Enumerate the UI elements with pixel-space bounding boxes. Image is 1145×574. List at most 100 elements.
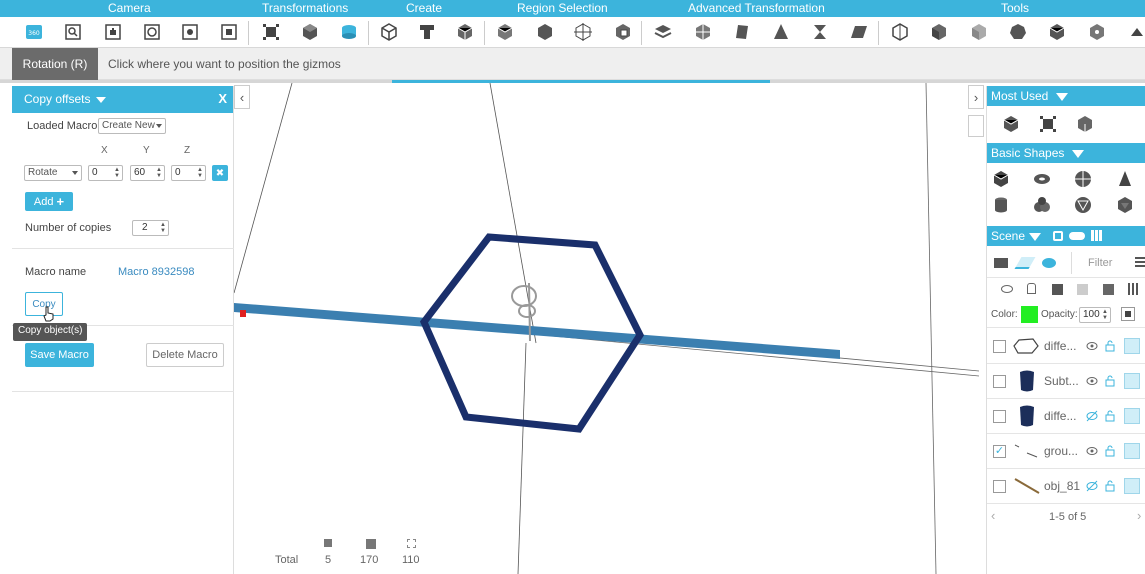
view-360-button[interactable]: 360 <box>21 20 47 44</box>
eye-icon[interactable] <box>1086 340 1098 352</box>
scene-item-3[interactable]: diffe... <box>987 399 1145 434</box>
shape-torus-icon[interactable] <box>1032 169 1052 189</box>
triangle-down-icon[interactable] <box>1072 149 1085 158</box>
scene-item-checkbox[interactable] <box>993 340 1006 353</box>
adv-taper-button[interactable] <box>768 20 794 44</box>
stepper-icon[interactable]: ▲ ▼ <box>114 167 120 179</box>
color-swatch[interactable] <box>1021 306 1038 323</box>
visibility-eye-icon[interactable] <box>1042 258 1056 268</box>
caret-down-icon[interactable] <box>96 96 107 103</box>
add-offset-button[interactable]: Add + <box>25 192 73 211</box>
select-intersect-button[interactable] <box>610 20 636 44</box>
select-solid-button[interactable] <box>532 20 558 44</box>
scene-canvas[interactable] <box>234 83 986 574</box>
tool-hollow-button[interactable] <box>966 20 992 44</box>
filter-input[interactable]: Filter <box>1071 252 1135 274</box>
tool-more-button[interactable] <box>1122 20 1145 44</box>
triangle-down-icon[interactable] <box>1029 232 1042 241</box>
macro-name-value[interactable]: Macro 8932598 <box>118 266 194 278</box>
remove-offset-button[interactable]: ✖ <box>212 165 228 181</box>
shape-polyhedron-icon[interactable] <box>1115 195 1135 215</box>
most-used-move-icon[interactable] <box>1038 114 1058 134</box>
number-of-copies-input[interactable]: 2 ▲ ▼ <box>132 220 169 236</box>
camera-settings-button[interactable] <box>177 20 203 44</box>
3d-viewport[interactable]: ‹ › Total 5 170 110 <box>234 83 986 574</box>
camera-orbit-button[interactable] <box>139 20 165 44</box>
scene-item-checkbox[interactable] <box>993 480 1006 493</box>
cube-icon[interactable] <box>1124 478 1140 494</box>
camera-zoom-button[interactable] <box>60 20 86 44</box>
slider-switch-icon[interactable] <box>1069 232 1085 240</box>
grid-view-icon[interactable] <box>1091 230 1102 241</box>
stepper-icon[interactable]: ▲ ▼ <box>156 167 162 179</box>
shape-cone-icon[interactable] <box>1115 169 1135 189</box>
scene-item-5[interactable]: obj_81 <box>987 469 1145 504</box>
create-extrude-button[interactable] <box>414 20 440 44</box>
cube-icon[interactable] <box>1124 338 1140 354</box>
shape-cylinder-icon[interactable] <box>991 195 1011 215</box>
y-offset-input[interactable]: 60 ▲ ▼ <box>130 165 165 181</box>
unlock-icon[interactable] <box>1105 480 1115 492</box>
stepper-icon[interactable]: ▲ ▼ <box>197 167 203 179</box>
unlock-icon[interactable] <box>1105 375 1115 387</box>
scene-item-checkbox[interactable] <box>993 410 1006 423</box>
adv-twist-button[interactable] <box>807 20 833 44</box>
loaded-macro-select[interactable]: Create New <box>98 118 166 134</box>
operation-select[interactable]: Rotate <box>24 165 82 181</box>
shape-cube-icon[interactable] <box>991 169 1011 189</box>
prev-page-button[interactable]: ‹ <box>991 508 995 523</box>
stepper-icon[interactable]: ▲ ▼ <box>160 222 166 234</box>
collapse-right-panel-button[interactable]: › <box>968 85 984 109</box>
adv-subdivide-button[interactable] <box>690 20 716 44</box>
select-region-button[interactable] <box>492 20 518 44</box>
eye-icon[interactable] <box>1086 445 1098 457</box>
translate-tool-button[interactable] <box>258 20 284 44</box>
scene-item-4[interactable]: ✓ grou... <box>987 434 1145 469</box>
stepper-icon[interactable]: ▲ ▼ <box>1102 309 1108 321</box>
delete-macro-button[interactable]: Delete Macro <box>146 343 224 367</box>
close-panel-button[interactable]: X <box>218 91 227 106</box>
solid-filter-icon[interactable] <box>1052 284 1063 295</box>
eye-filter-icon[interactable] <box>1001 285 1013 293</box>
triangle-down-icon[interactable] <box>1056 92 1069 101</box>
bar-object[interactable] <box>234 303 840 359</box>
toggle-icon[interactable] <box>1053 231 1063 241</box>
create-box-button[interactable] <box>376 20 402 44</box>
scale-tool-button[interactable] <box>297 20 323 44</box>
rotate-tool-button[interactable] <box>336 20 362 44</box>
box-filter-icon[interactable] <box>1103 284 1114 295</box>
most-used-cube-icon[interactable] <box>1001 114 1021 134</box>
x-offset-input[interactable]: 0 ▲ ▼ <box>88 165 123 181</box>
cube-icon[interactable] <box>1124 408 1140 424</box>
scene-header[interactable]: Scene <box>987 226 1145 246</box>
most-used-header[interactable]: Most Used <box>987 86 1145 106</box>
most-used-mesh-icon[interactable] <box>1075 114 1095 134</box>
next-page-button[interactable]: › <box>1137 508 1141 523</box>
scene-item-2[interactable]: Subt... <box>987 364 1145 399</box>
transparent-filter-icon[interactable] <box>1077 284 1088 295</box>
group-icon[interactable] <box>994 258 1008 268</box>
no-visibility-icon[interactable] <box>1014 257 1036 269</box>
collapse-left-panel-button[interactable]: ‹ <box>234 85 250 109</box>
unlock-icon[interactable] <box>1105 445 1115 457</box>
eye-icon[interactable] <box>1086 375 1098 387</box>
panel-header[interactable]: Copy offsets X <box>12 86 233 113</box>
panel-toggle-button[interactable] <box>968 115 984 137</box>
eye-active-icon[interactable] <box>1086 410 1098 422</box>
cube-icon[interactable] <box>1124 443 1140 459</box>
scene-item-1[interactable]: diffe... <box>987 329 1145 364</box>
basic-shapes-header[interactable]: Basic Shapes <box>987 143 1145 163</box>
unlock-icon[interactable] <box>1105 340 1115 352</box>
sort-icon[interactable] <box>1135 257 1145 259</box>
select-bounding-button[interactable] <box>570 20 596 44</box>
adv-bend-button[interactable] <box>729 20 755 44</box>
scene-item-checkbox[interactable] <box>993 375 1006 388</box>
tool-boolean-button[interactable] <box>1044 20 1070 44</box>
z-offset-input[interactable]: 0 ▲ ▼ <box>171 165 206 181</box>
tool-fill-button[interactable] <box>926 20 952 44</box>
tool-split-button[interactable] <box>887 20 913 44</box>
stop-icon[interactable] <box>1121 307 1135 321</box>
tool-measure-button[interactable] <box>1084 20 1110 44</box>
shape-geosphere-icon[interactable] <box>1073 195 1093 215</box>
camera-pan-button[interactable] <box>100 20 126 44</box>
